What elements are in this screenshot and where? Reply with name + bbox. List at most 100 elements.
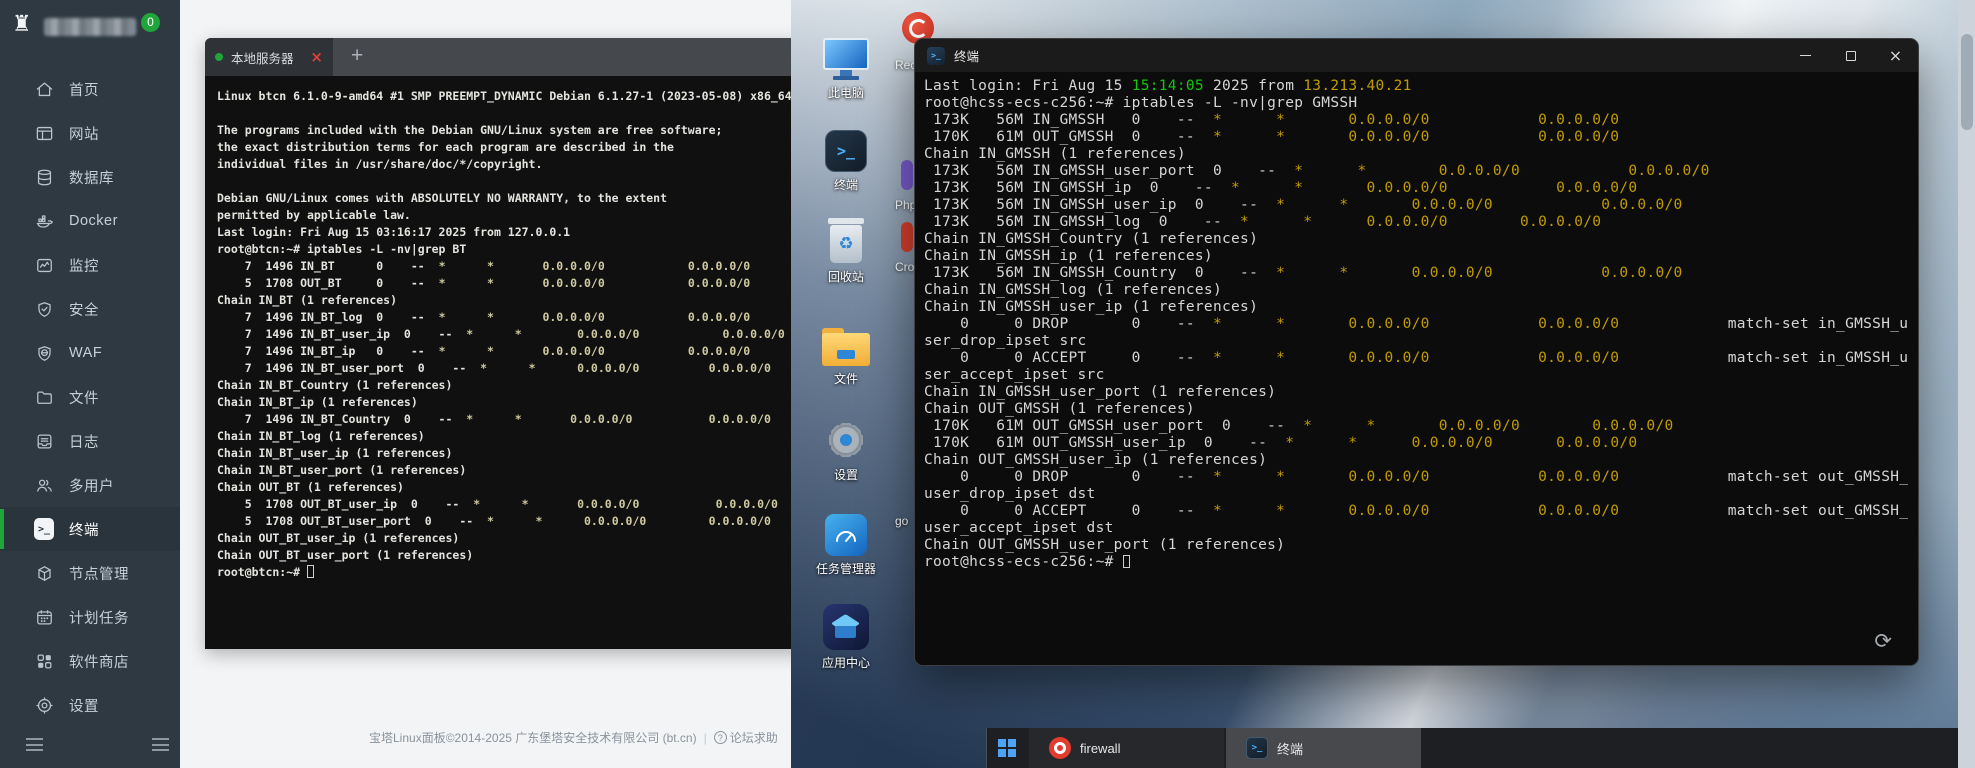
sidebar-item-cron[interactable]: 计划任务 bbox=[0, 595, 180, 639]
terminal-line: 173K 56M IN_GMSSH_log 0 -- * * 0.0.0.0/0… bbox=[924, 214, 1918, 231]
browser-scrollbar[interactable] bbox=[1958, 0, 1975, 768]
bt-terminal-window: 本地服务器 × + Linux btcn 6.1.0-9-amd64 #1 SM… bbox=[205, 38, 806, 649]
scrollbar-thumb[interactable] bbox=[1961, 34, 1973, 130]
sidebar-item-store[interactable]: 软件商店 bbox=[0, 639, 180, 683]
sidebar: ♜ 0 首页网站数据库Docker 监控安全WAF 文件日志多用户>_终端节点管理计… bbox=[0, 0, 180, 768]
terminal-line: 173K 56M IN_GMSSH_user_port 0 -- * * 0.0… bbox=[924, 163, 1918, 180]
sidebar-item-home[interactable]: 首页 bbox=[0, 67, 180, 111]
sidebar-item-users[interactable]: 多用户 bbox=[0, 463, 180, 507]
bt-terminal-screen[interactable]: Linux btcn 6.1.0-9-amd64 #1 SMP PREEMPT_… bbox=[205, 76, 806, 649]
forum-help-link[interactable]: ?论坛求助 bbox=[714, 729, 778, 746]
start-launcher-button[interactable] bbox=[987, 728, 1027, 768]
terminal-line: permitted by applicable law. bbox=[217, 207, 794, 224]
terminal-line: Debian GNU/Linux comes with ABSOLUTELY N… bbox=[217, 190, 794, 207]
desktop-icon-folder[interactable]: 文件 bbox=[805, 310, 887, 387]
sidebar-item-label: 文件 bbox=[69, 387, 99, 408]
ssh-terminal-screen[interactable]: Last login: Fri Aug 15 15:14:05 2025 fro… bbox=[915, 72, 1918, 666]
sidebar-item-label: 终端 bbox=[69, 519, 99, 540]
terminal-line: 173K 56M IN_GMSSH_user_ip 0 -- * * 0.0.0… bbox=[924, 197, 1918, 214]
taskbar-item-terminal[interactable]: >_终端 bbox=[1226, 728, 1421, 768]
sidebar-item-settings[interactable]: 设置 bbox=[0, 683, 180, 727]
terminal-line: 173K 56M IN_GMSSH_ip 0 -- * * 0.0.0.0/0 … bbox=[924, 180, 1918, 197]
desktop-icon-pc[interactable]: 此电脑 bbox=[805, 24, 887, 101]
terminal-line: root@hcss-ecs-c256:~# iptables -L -nv|gr… bbox=[924, 95, 1918, 112]
nodes-icon bbox=[34, 563, 54, 583]
window-controls: × bbox=[1783, 39, 1918, 72]
desktop-icon-gear[interactable]: 设置 bbox=[805, 406, 887, 483]
terminal-line: Chain IN_GMSSH_user_port (1 references) bbox=[924, 384, 1918, 401]
server-name-censored bbox=[44, 18, 136, 36]
sidebar-item-files[interactable]: 文件 bbox=[0, 375, 180, 419]
sidebar-item-docker[interactable]: Docker bbox=[0, 199, 180, 243]
desktop-icon-label: 文件 bbox=[805, 370, 887, 387]
sidebar-item-terminal[interactable]: >_终端 bbox=[0, 507, 180, 551]
terminal-line: Chain IN_BT_log (1 references) bbox=[217, 428, 794, 445]
database-icon bbox=[34, 167, 54, 187]
sidebar-item-label: 日志 bbox=[69, 431, 99, 452]
copyright-text: 宝塔Linux面板©2014-2025 广东堡塔安全技术有限公司 (bt.cn) bbox=[369, 729, 697, 746]
terminal-icon: >_ bbox=[805, 116, 887, 172]
desktop-icon-appcenter[interactable]: 应用中心 bbox=[805, 594, 887, 671]
collapse-sidebar-icon[interactable] bbox=[26, 738, 43, 751]
recycle-icon: ♻ bbox=[805, 208, 887, 264]
logo-row: ♜ 0 bbox=[0, 10, 180, 46]
terminal-line: 0 0 DROP 0 -- * * 0.0.0.0/0 0.0.0.0/0 ma… bbox=[924, 469, 1918, 486]
appcenter-icon bbox=[805, 594, 887, 650]
sidebar-item-label: 设置 bbox=[69, 695, 99, 716]
window-title-bar[interactable]: >_ 终端 × bbox=[915, 39, 1918, 72]
tab-local-server[interactable]: 本地服务器 × bbox=[205, 38, 333, 76]
sidebar-item-nodes[interactable]: 节点管理 bbox=[0, 551, 180, 595]
store-icon bbox=[34, 651, 54, 671]
desktop-icon-recycle[interactable]: ♻ 回收站 bbox=[805, 208, 887, 285]
sidebar-item-site[interactable]: 网站 bbox=[0, 111, 180, 155]
terminal-line: 170K 61M OUT_GMSSH 0 -- * * 0.0.0.0/0 0.… bbox=[924, 129, 1918, 146]
grid-icon bbox=[998, 739, 1016, 757]
help-icon: ? bbox=[714, 731, 727, 744]
terminal-cursor bbox=[1123, 555, 1130, 568]
desktop-icon-label: 任务管理器 bbox=[805, 560, 887, 577]
terminal-line: the exact distribution terms for each pr… bbox=[217, 139, 794, 156]
folder-icon bbox=[805, 310, 887, 366]
sidebar-item-logs[interactable]: 日志 bbox=[0, 419, 180, 463]
terminal-line: Linux btcn 6.1.0-9-amd64 #1 SMP PREEMPT_… bbox=[217, 88, 794, 105]
sidebar-item-waf[interactable]: WAF bbox=[0, 331, 180, 375]
minimize-button[interactable] bbox=[1783, 39, 1828, 72]
close-button[interactable]: × bbox=[1873, 39, 1918, 72]
refresh-icon[interactable]: ⟳ bbox=[1874, 629, 1892, 653]
sidebar-item-label: 节点管理 bbox=[69, 563, 129, 584]
new-tab-button[interactable]: + bbox=[351, 44, 363, 68]
terminal-line: Chain OUT_BT_user_port (1 references) bbox=[217, 547, 794, 564]
terminal-icon: >_ bbox=[1246, 737, 1268, 759]
window-title: 终端 bbox=[954, 46, 979, 65]
php-app-icon[interactable] bbox=[901, 160, 913, 190]
terminal-cursor bbox=[307, 565, 314, 578]
terminal-line: Chain IN_GMSSH_Country (1 references) bbox=[924, 231, 1918, 248]
cro-app-icon[interactable] bbox=[901, 222, 913, 252]
desktop-icon-label: 应用中心 bbox=[805, 654, 887, 671]
partial-icon-label[interactable]: go bbox=[895, 514, 908, 528]
desktop-icon-terminal[interactable]: >_ 终端 bbox=[805, 116, 887, 193]
connected-status-dot bbox=[215, 53, 223, 61]
desktop-icon-label: 回收站 bbox=[805, 268, 887, 285]
terminal-app-icon: >_ bbox=[927, 47, 945, 65]
partial-icon-label[interactable]: Cro bbox=[895, 260, 914, 274]
terminal-line: 170K 61M OUT_GMSSH_user_port 0 -- * * 0.… bbox=[924, 418, 1918, 435]
terminal-line: Chain OUT_BT_user_ip (1 references) bbox=[217, 530, 794, 547]
close-tab-icon[interactable]: × bbox=[310, 48, 323, 66]
maximize-button[interactable] bbox=[1828, 39, 1873, 72]
desktop-icon-label: 终端 bbox=[805, 176, 887, 193]
sidebar-item-label: 监控 bbox=[69, 255, 99, 276]
sidebar-item-security[interactable]: 安全 bbox=[0, 287, 180, 331]
tab-label: 本地服务器 bbox=[231, 48, 294, 67]
sidebar-item-database[interactable]: 数据库 bbox=[0, 155, 180, 199]
terminal-line: Chain OUT_GMSSH_user_ip (1 references) bbox=[924, 452, 1918, 469]
taskbar-item-firewall[interactable]: firewall bbox=[1029, 728, 1224, 768]
sidebar-item-monitor[interactable]: 监控 bbox=[0, 243, 180, 287]
terminal-line: 0 0 DROP 0 -- * * 0.0.0.0/0 0.0.0.0/0 ma… bbox=[924, 316, 1918, 333]
sidebar-menu: 首页网站数据库Docker 监控安全WAF 文件日志多用户>_终端节点管理计划任务软… bbox=[0, 67, 180, 727]
taskbar-item-label: firewall bbox=[1080, 741, 1120, 756]
terminal-line: 7 1496 IN_BT_user_ip 0 -- * * 0.0.0.0/0 … bbox=[217, 326, 794, 343]
menu-icon[interactable] bbox=[152, 738, 169, 751]
notification-badge[interactable]: 0 bbox=[141, 13, 160, 32]
desktop-icon-taskmgr[interactable]: 任务管理器 bbox=[805, 500, 887, 577]
